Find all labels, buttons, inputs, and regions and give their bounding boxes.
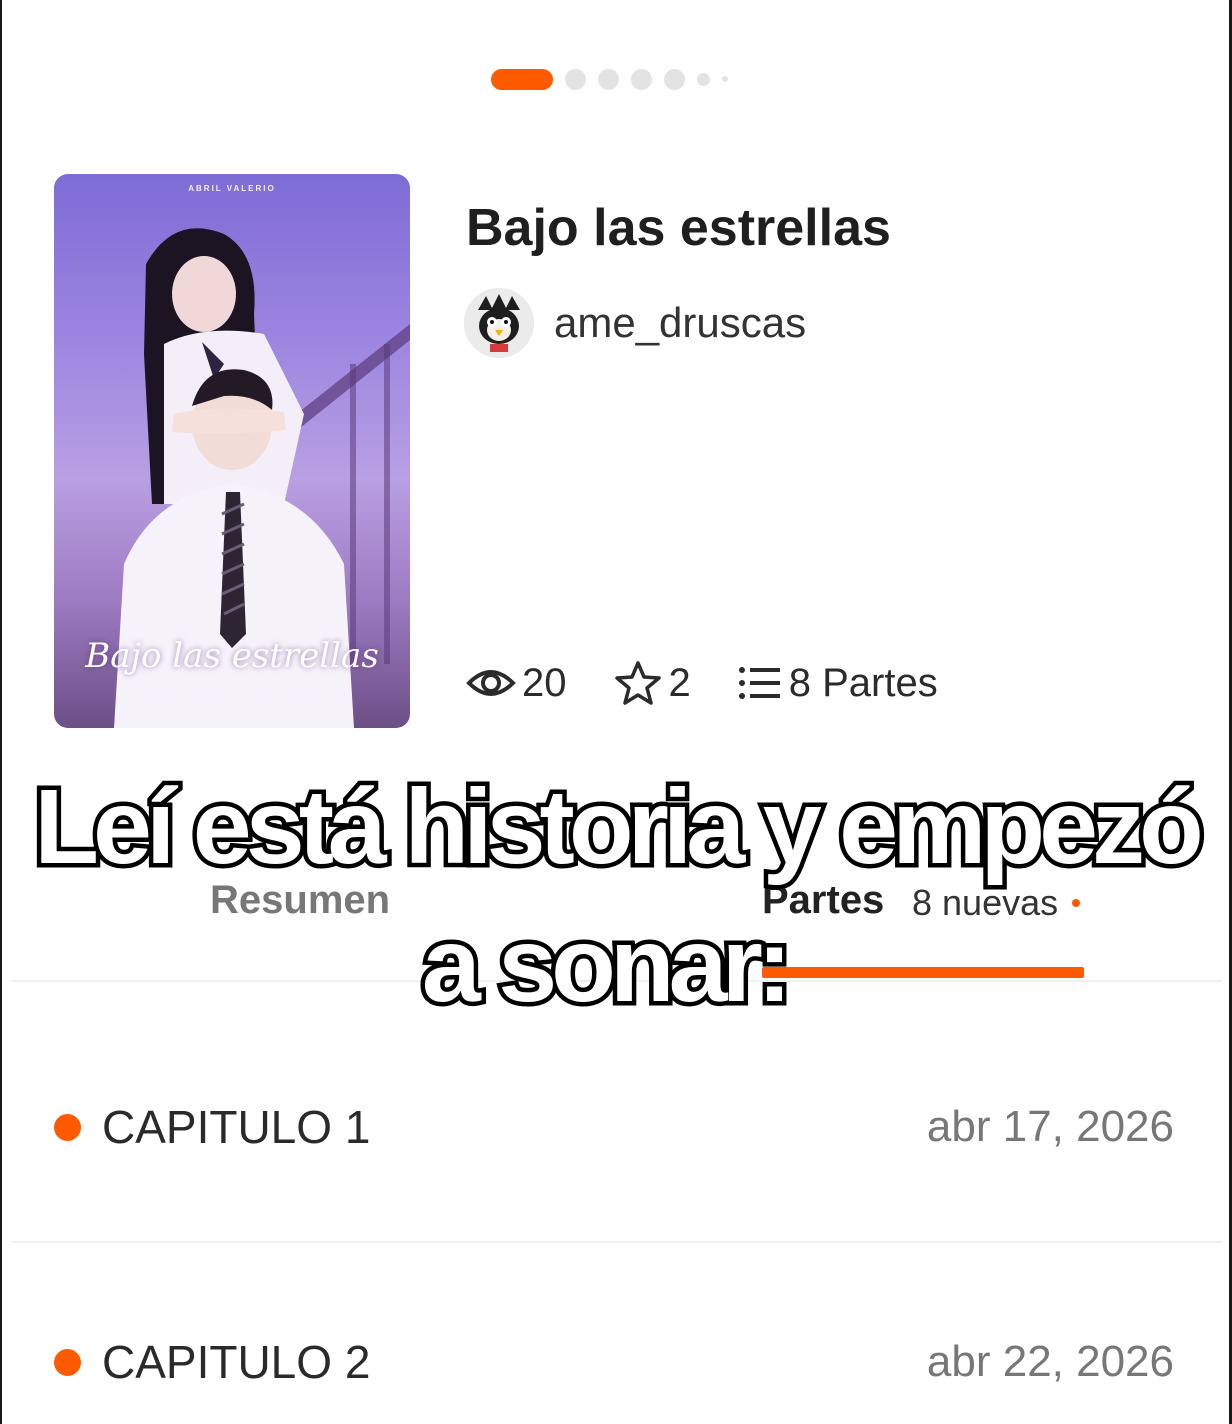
story-stats: 20 2 8 Partes [466, 660, 984, 706]
votes-stat: 2 [613, 660, 691, 706]
author-avatar[interactable] [464, 288, 534, 358]
parts-stat: 8 Partes [737, 661, 938, 706]
pager-dot[interactable] [697, 72, 710, 86]
cover-script-title: Bajo las estrellas [85, 636, 379, 676]
author-link[interactable]: ame_druscas [464, 288, 806, 358]
story-cover[interactable]: ABRIL VALERIO Bajo las estrellas UNA VID… [54, 174, 410, 728]
pager-active-indicator[interactable] [491, 68, 553, 90]
cover-author-text: ABRIL VALERIO [188, 184, 276, 193]
overlay-caption-line2: a sonar: [417, 906, 796, 1024]
chapter-name[interactable]: CAPITULO 2 [102, 1335, 370, 1389]
pager-dot[interactable] [722, 76, 728, 82]
carousel-pager[interactable] [491, 68, 728, 90]
frame-left [0, 0, 2, 1424]
views-stat: 20 [466, 661, 567, 706]
overlay-caption-line1: Leí está historia y empezó [30, 768, 1209, 886]
unread-dot [54, 1114, 81, 1141]
author-name[interactable]: ame_druscas [554, 299, 806, 347]
chapter-date: abr 22, 2026 [926, 1337, 1174, 1386]
views-count: 20 [522, 660, 567, 705]
votes-count: 2 [668, 660, 691, 705]
new-indicator-dot [1072, 899, 1080, 907]
story-title: Bajo las estrellas [466, 199, 891, 257]
list-icon [738, 667, 780, 699]
pager-dot[interactable] [664, 68, 685, 90]
chapter-row[interactable]: CAPITULO 1 abr 17, 2026 [0, 1080, 1232, 1170]
pager-dot[interactable] [565, 68, 586, 90]
star-icon [614, 661, 661, 705]
eye-icon [466, 670, 516, 696]
chapter-row[interactable]: CAPITULO 2 abr 22, 2026 [0, 1315, 1232, 1405]
pager-dot[interactable] [598, 68, 619, 90]
parts-count: 8 Partes [788, 660, 938, 705]
avatar-penguin-icon [464, 288, 534, 358]
chapter-date: abr 17, 2026 [926, 1102, 1174, 1151]
cover-tagline: UNA VIDA JUNTOS ES LO QUE QUIERO [141, 698, 323, 705]
pager-dot[interactable] [631, 68, 652, 90]
chapter-name[interactable]: CAPITULO 1 [102, 1100, 370, 1154]
unread-dot [54, 1349, 81, 1376]
row-divider [12, 1241, 1222, 1243]
